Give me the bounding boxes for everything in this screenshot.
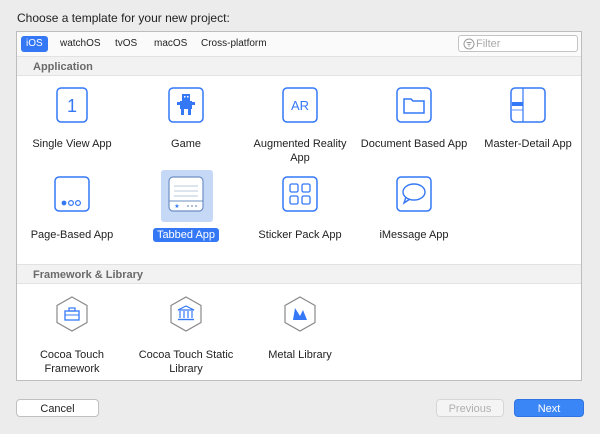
template-label: Document Based App <box>359 137 469 151</box>
template-label-wrap: Tabbed App <box>131 228 241 242</box>
template-single-view-app[interactable]: 1 Single View App <box>17 84 127 164</box>
template-master-detail-app[interactable]: Master-Detail App <box>473 84 583 164</box>
library-icon <box>168 296 204 332</box>
template-page-based-app[interactable]: Page-Based App <box>17 176 127 246</box>
template-label: Master-Detail App <box>473 137 583 151</box>
previous-button[interactable]: Previous <box>436 399 504 417</box>
cancel-button[interactable]: Cancel <box>16 399 99 417</box>
tab-macos[interactable]: macOS <box>149 36 192 52</box>
message-bubble-icon <box>396 176 432 212</box>
template-document-based-app[interactable]: Document Based App <box>359 84 469 164</box>
section-application-header: Application <box>17 56 581 76</box>
filter-field[interactable] <box>458 35 578 52</box>
template-label: Cocoa Touch Static Library <box>131 348 241 376</box>
next-button[interactable]: Next <box>514 399 584 417</box>
ar-icon: AR <box>282 87 318 123</box>
tab-watchos[interactable]: watchOS <box>55 36 106 52</box>
toolbox-icon <box>54 296 90 332</box>
game-icon <box>168 87 204 123</box>
template-label: iMessage App <box>359 228 469 242</box>
platform-tabbar: iOS watchOS tvOS macOS Cross-platform <box>17 32 581 57</box>
page-based-icon <box>54 176 90 212</box>
template-label: Sticker Pack App <box>245 228 355 242</box>
ar-icon-text: AR <box>291 98 309 113</box>
svg-text:1: 1 <box>67 96 77 116</box>
single-view-icon: 1 <box>54 87 90 123</box>
metal-icon <box>282 296 318 332</box>
tab-cross-platform[interactable]: Cross-platform <box>196 36 272 52</box>
master-detail-icon <box>510 87 546 123</box>
section-framework-header: Framework & Library <box>17 264 581 284</box>
template-label: Game <box>131 137 241 151</box>
template-label: Cocoa Touch Framework <box>17 348 127 376</box>
dialog-heading: Choose a template for your new project: <box>17 11 230 25</box>
template-metal-library[interactable]: Metal Library <box>245 296 355 376</box>
template-label: Page-Based App <box>17 228 127 242</box>
template-label: Metal Library <box>245 348 355 362</box>
sticker-pack-icon <box>282 176 318 212</box>
template-sticker-pack-app[interactable]: Sticker Pack App <box>245 176 355 246</box>
template-imessage-app[interactable]: iMessage App <box>359 176 469 246</box>
template-label: Augmented Reality App <box>245 137 355 165</box>
svg-text:★: ★ <box>174 203 179 210</box>
template-panel: iOS watchOS tvOS macOS Cross-platform Ap… <box>16 31 582 381</box>
filter-icon <box>463 38 475 50</box>
template-cocoa-touch-static-library[interactable]: Cocoa Touch Static Library <box>131 296 241 376</box>
folder-icon <box>396 87 432 123</box>
filter-input[interactable] <box>476 36 574 51</box>
tab-ios[interactable]: iOS <box>21 36 48 52</box>
tabbed-icon: ★ <box>168 176 204 212</box>
tab-tvos[interactable]: tvOS <box>110 36 142 52</box>
template-label-selected: Tabbed App <box>153 228 219 242</box>
template-label: Single View App <box>17 137 127 151</box>
template-tabbed-app[interactable]: ★ Tabbed App <box>131 176 241 246</box>
template-cocoa-touch-framework[interactable]: Cocoa Touch Framework <box>17 296 127 376</box>
template-augmented-reality-app[interactable]: AR Augmented Reality App <box>245 84 355 164</box>
template-game[interactable]: Game <box>131 84 241 164</box>
